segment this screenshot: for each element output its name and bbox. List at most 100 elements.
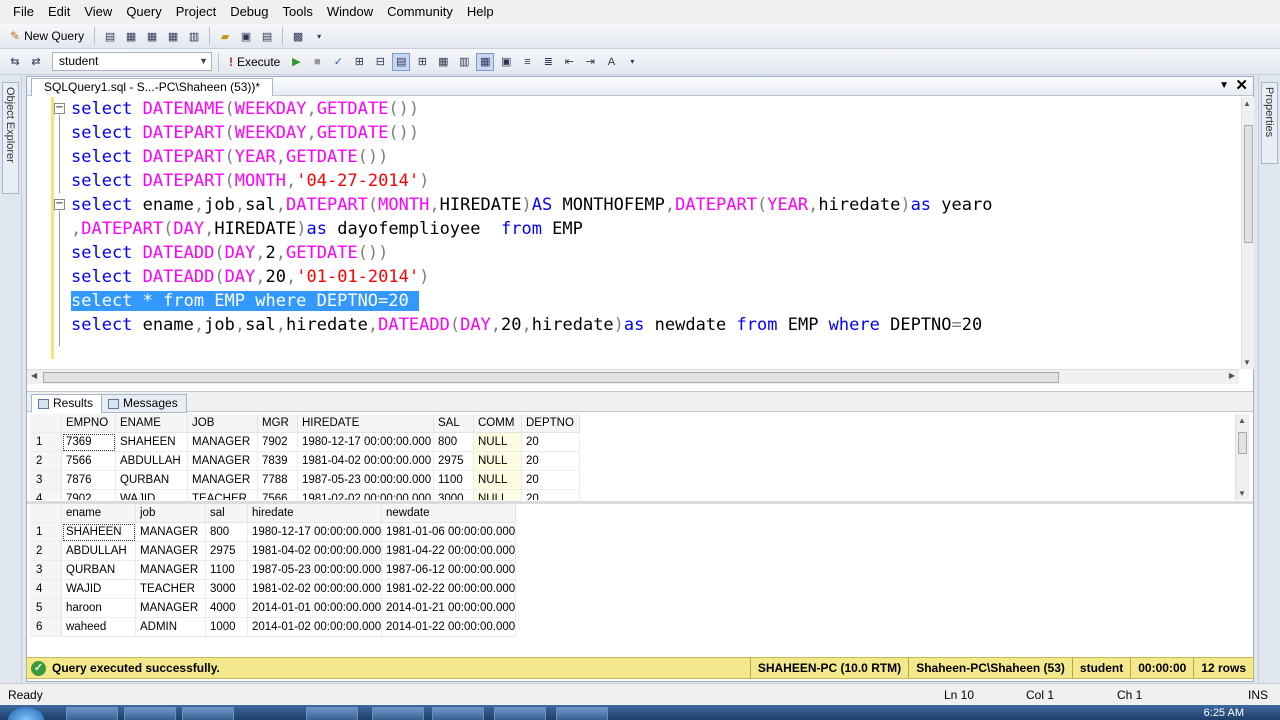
row-number[interactable]: 1 bbox=[30, 433, 62, 452]
table-cell[interactable]: QURBAN bbox=[62, 561, 136, 580]
column-header[interactable]: sal bbox=[206, 504, 248, 523]
toolbar-overflow-icon[interactable]: ▾ bbox=[623, 53, 641, 71]
table-cell[interactable]: MANAGER bbox=[188, 452, 258, 471]
editor-horizontal-scrollbar[interactable]: ◀ ▶ bbox=[27, 369, 1239, 384]
code-line[interactable]: select DATENAME(WEEKDAY,GETDATE()) bbox=[71, 97, 419, 121]
table-cell[interactable]: NULL bbox=[474, 452, 522, 471]
editor-vertical-scrollbar[interactable]: ▲ ▼ bbox=[1241, 97, 1254, 369]
table-cell[interactable]: waheed bbox=[62, 618, 136, 637]
table-cell[interactable]: haroon bbox=[62, 599, 136, 618]
table-cell[interactable]: 1981-02-22 00:00:00.000 bbox=[382, 580, 516, 599]
taskbar-excel-icon[interactable] bbox=[556, 707, 608, 720]
table-cell[interactable]: 2975 bbox=[206, 542, 248, 561]
scroll-left-icon[interactable]: ◀ bbox=[31, 371, 37, 380]
code-line[interactable]: select DATEADD(DAY,2,GETDATE()) bbox=[71, 241, 388, 265]
scroll-up-icon[interactable]: ▲ bbox=[1243, 99, 1251, 108]
table-cell[interactable]: 2975 bbox=[434, 452, 474, 471]
table-cell[interactable]: 3000 bbox=[206, 580, 248, 599]
results-to-text-icon[interactable]: ▥ bbox=[455, 53, 473, 71]
table-cell[interactable]: 7566 bbox=[258, 490, 298, 500]
dmx-query-icon[interactable]: ▦ bbox=[164, 27, 182, 45]
sql-editor[interactable]: − − select DATENAME(WEEKDAY,GETDATE()) se… bbox=[27, 97, 1241, 369]
table-cell[interactable]: 800 bbox=[206, 523, 248, 542]
table-cell[interactable]: 1980-12-17 00:00:00.000 bbox=[248, 523, 382, 542]
column-header[interactable]: HIREDATE bbox=[298, 414, 434, 433]
code-line[interactable]: select * from EMP where DEPTNO=20 bbox=[71, 289, 419, 313]
scroll-thumb[interactable] bbox=[1244, 125, 1253, 243]
menu-community[interactable]: Community bbox=[380, 1, 460, 23]
table-cell[interactable]: WAJID bbox=[62, 580, 136, 599]
column-header[interactable]: COMM bbox=[474, 414, 522, 433]
scroll-thumb[interactable] bbox=[43, 372, 1059, 383]
toolbar-overflow-icon[interactable]: ▾ bbox=[310, 27, 328, 45]
table-cell[interactable]: 2014-01-21 00:00:00.000 bbox=[382, 599, 516, 618]
table-cell[interactable]: 3000 bbox=[434, 490, 474, 500]
results-grid-1[interactable]: EMPNO ENAME JOB MGR HIREDATE SAL COMM DEPTNO 1 73… bbox=[30, 414, 1236, 500]
table-cell[interactable]: 2014-01-01 00:00:00.000 bbox=[248, 599, 382, 618]
column-header[interactable]: DEPTNO bbox=[522, 414, 580, 433]
table-cell[interactable]: MANAGER bbox=[136, 599, 206, 618]
column-header[interactable]: MGR bbox=[258, 414, 298, 433]
tab-results[interactable]: Results bbox=[31, 394, 103, 413]
code-line[interactable]: select DATEPART(WEEKDAY,GETDATE()) bbox=[71, 121, 419, 145]
client-statistics-icon[interactable]: ▦ bbox=[434, 53, 452, 71]
row-number[interactable]: 1 bbox=[30, 523, 62, 542]
menu-tools[interactable]: Tools bbox=[276, 1, 320, 23]
table-cell[interactable]: 20 bbox=[522, 471, 580, 490]
table-cell[interactable]: ABDULLAH bbox=[62, 542, 136, 561]
taskbar-media-icon[interactable] bbox=[182, 707, 234, 720]
table-cell[interactable]: MANAGER bbox=[136, 561, 206, 580]
scroll-down-icon[interactable]: ▼ bbox=[1243, 358, 1251, 367]
row-number[interactable]: 5 bbox=[30, 599, 62, 618]
include-plan-icon[interactable]: ⊞ bbox=[413, 53, 431, 71]
table-cell[interactable]: NULL bbox=[474, 490, 522, 500]
estimated-plan-icon[interactable]: ⊞ bbox=[350, 53, 368, 71]
code-line[interactable]: select ename,job,sal,DATEPART(MONTH,HIRE… bbox=[71, 193, 992, 217]
table-cell[interactable]: 1981-04-02 00:00:00.000 bbox=[248, 542, 382, 561]
results-to-file-icon[interactable]: ▣ bbox=[497, 53, 515, 71]
table-cell[interactable]: SHAHEEN bbox=[62, 523, 136, 542]
table-cell[interactable]: 7369 bbox=[62, 433, 116, 452]
table-cell[interactable]: 1987-06-12 00:00:00.000 bbox=[382, 561, 516, 580]
table-cell[interactable]: 7788 bbox=[258, 471, 298, 490]
column-header[interactable]: JOB bbox=[188, 414, 258, 433]
taskbar-ssms-icon[interactable] bbox=[372, 707, 424, 720]
column-header[interactable]: SAL bbox=[434, 414, 474, 433]
table-cell[interactable]: SHAHEEN bbox=[116, 433, 188, 452]
table-cell[interactable]: 20 bbox=[522, 490, 580, 500]
table-cell[interactable]: MANAGER bbox=[136, 523, 206, 542]
debug-play-icon[interactable]: ▶ bbox=[287, 53, 305, 71]
code-line[interactable]: select ename,job,sal,hiredate,DATEADD(DA… bbox=[71, 313, 982, 337]
properties-tab[interactable]: Properties bbox=[1261, 82, 1278, 164]
table-cell[interactable]: 1100 bbox=[434, 471, 474, 490]
code-line[interactable]: select DATEPART(YEAR,GETDATE()) bbox=[71, 145, 388, 169]
cancel-query-icon[interactable]: ■ bbox=[308, 53, 326, 71]
table-cell[interactable]: 1981-04-22 00:00:00.000 bbox=[382, 542, 516, 561]
row-number[interactable]: 3 bbox=[30, 471, 62, 490]
collapse-icon[interactable]: − bbox=[54, 103, 65, 114]
taskbar-explorer-icon[interactable] bbox=[124, 707, 176, 720]
scroll-thumb[interactable] bbox=[1238, 432, 1247, 454]
increase-indent-icon[interactable]: ⇥ bbox=[581, 53, 599, 71]
mdx-query-icon[interactable]: ▦ bbox=[143, 27, 161, 45]
table-cell[interactable]: TEACHER bbox=[188, 490, 258, 500]
row-number[interactable]: 6 bbox=[30, 618, 62, 637]
code-line[interactable]: select DATEPART(MONTH,'04-27-2014') bbox=[71, 169, 429, 193]
execute-button[interactable]: ! Execute bbox=[225, 52, 284, 72]
tab-sqlquery1[interactable]: SQLQuery1.sql - S...-PC\Shaheen (53))* bbox=[31, 78, 274, 96]
menu-window[interactable]: Window bbox=[320, 1, 380, 23]
table-cell[interactable]: 1981-02-02 00:00:00.000 bbox=[298, 490, 434, 500]
change-connection-icon[interactable]: ⇄ bbox=[27, 53, 45, 71]
results-to-grid-icon[interactable]: ▤ bbox=[392, 52, 411, 71]
results-grid-2[interactable]: ename job sal hiredate newdate 1 SHAHEEN MANAGE… bbox=[30, 504, 1248, 644]
save-icon[interactable]: ▣ bbox=[237, 27, 255, 45]
table-cell[interactable]: ADMIN bbox=[136, 618, 206, 637]
table-cell[interactable]: 1981-01-06 00:00:00.000 bbox=[382, 523, 516, 542]
table-cell[interactable]: 7876 bbox=[62, 471, 116, 490]
tab-messages[interactable]: Messages bbox=[101, 394, 187, 413]
table-cell[interactable]: 7839 bbox=[258, 452, 298, 471]
table-cell[interactable]: 800 bbox=[434, 433, 474, 452]
scroll-right-icon[interactable]: ▶ bbox=[1229, 371, 1235, 380]
taskbar-browser-icon[interactable] bbox=[66, 707, 118, 720]
close-icon[interactable]: ✕ bbox=[1235, 77, 1248, 95]
